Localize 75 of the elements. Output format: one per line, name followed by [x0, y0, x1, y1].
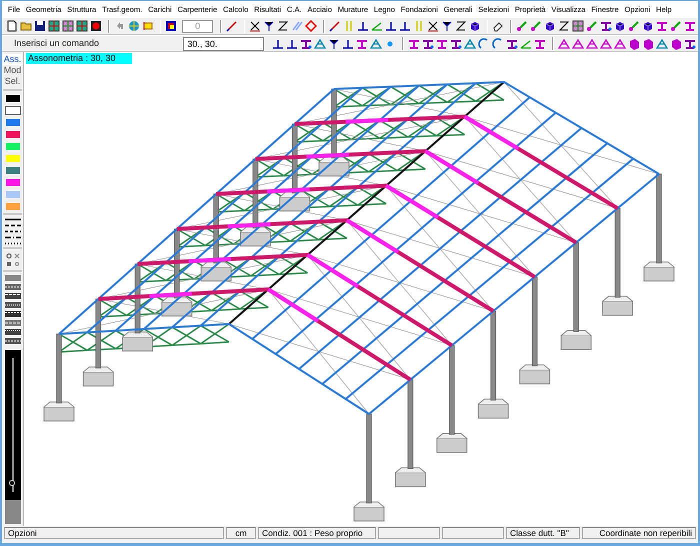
- axis-tool-icon[interactable]: [558, 19, 570, 33]
- truss-icon[interactable]: [572, 36, 584, 50]
- view-mode-tab[interactable]: Mod: [3, 65, 22, 76]
- axis-tool-icon[interactable]: [249, 19, 262, 33]
- truss-icon[interactable]: [558, 36, 570, 50]
- line-tool-icon[interactable]: [226, 19, 238, 33]
- perpendicular-icon[interactable]: [356, 19, 369, 33]
- rhombus-icon[interactable]: [305, 19, 318, 33]
- axis-tool-icon[interactable]: [426, 19, 439, 33]
- solid-block-icon[interactable]: [670, 36, 682, 50]
- line-tool-icon[interactable]: [328, 19, 341, 33]
- view-mode-tab[interactable]: Sel.: [3, 76, 22, 87]
- line-style-icon[interactable]: [4, 224, 20, 227]
- globe-icon[interactable]: [128, 19, 140, 33]
- solid-block-icon[interactable]: [642, 36, 654, 50]
- line-style-icon[interactable]: [4, 242, 20, 245]
- beam-tool-icon[interactable]: [684, 19, 696, 33]
- cube-icon[interactable]: [614, 19, 626, 33]
- truss-icon[interactable]: [314, 36, 326, 50]
- slider-base: [4, 500, 20, 524]
- hatch-pattern-icon[interactable]: [4, 293, 20, 299]
- color-block-icon[interactable]: [165, 19, 178, 33]
- axis-tool-icon[interactable]: [277, 19, 290, 33]
- node-tool-icon[interactable]: [530, 19, 542, 33]
- axis-tool-icon[interactable]: [263, 19, 276, 33]
- line-style-icon[interactable]: [4, 236, 20, 239]
- status-text: cm: [226, 527, 256, 539]
- truss-icon[interactable]: [600, 36, 612, 50]
- grid-tool-icon[interactable]: [572, 19, 584, 33]
- node-tool-icon[interactable]: [516, 19, 528, 33]
- status-text: Coordinate non reperibili: [582, 527, 696, 539]
- grid-tool-icon[interactable]: [62, 19, 74, 33]
- line-style-icon[interactable]: [4, 218, 20, 221]
- solid-block-icon[interactable]: [628, 36, 640, 50]
- grid-tool-icon[interactable]: [76, 19, 88, 33]
- axis-tool-icon[interactable]: [440, 19, 453, 33]
- beam-tool-icon[interactable]: [656, 19, 668, 33]
- color-swatch[interactable]: [4, 106, 20, 115]
- point-style-icon[interactable]: [4, 252, 20, 268]
- status-text: Classe dutt. "B": [506, 527, 580, 539]
- hatch-pattern-icon[interactable]: [4, 284, 20, 290]
- hatch-pattern-icon[interactable]: [4, 338, 20, 344]
- truss-icon[interactable]: [464, 36, 476, 50]
- perpendicular-icon[interactable]: [384, 19, 397, 33]
- status-panel: [378, 527, 440, 539]
- axis-tool-icon[interactable]: [328, 36, 340, 50]
- command-prompt: Inserisci un comando: [13, 37, 100, 50]
- slider-thumb[interactable]: [8, 480, 14, 486]
- status-text: Opzioni: [4, 527, 224, 539]
- hatch-pattern-icon[interactable]: [4, 311, 20, 317]
- truss-icon[interactable]: [614, 36, 626, 50]
- beam-tool-icon[interactable]: [600, 19, 612, 33]
- vertical-slider[interactable]: [4, 350, 20, 500]
- axis-tool-icon[interactable]: [454, 19, 467, 33]
- grid-tool-icon[interactable]: [48, 19, 60, 33]
- node-tool-icon[interactable]: [586, 19, 598, 33]
- save-icon[interactable]: [34, 19, 46, 33]
- truss-icon[interactable]: [586, 36, 598, 50]
- hatch-pattern-icon[interactable]: [4, 302, 20, 308]
- status-text: Condiz. 001 : Peso proprio: [258, 527, 376, 539]
- perpendicular-icon[interactable]: [398, 19, 411, 33]
- status-panel: [442, 527, 504, 539]
- hatch-pattern-icon[interactable]: [4, 329, 20, 335]
- command-input-field[interactable]: 30., 30.: [183, 36, 264, 50]
- truss-icon[interactable]: [656, 36, 668, 50]
- view-mode-tab[interactable]: Ass.: [3, 54, 22, 65]
- node-tool-icon[interactable]: [670, 19, 682, 33]
- view-label: Assonometria : 30, 30: [26, 53, 132, 64]
- truss-icon[interactable]: [370, 36, 382, 50]
- node-tool-icon[interactable]: [628, 19, 640, 33]
- cube-icon[interactable]: [544, 19, 556, 33]
- cube-icon[interactable]: [642, 19, 654, 33]
- cube-icon[interactable]: [468, 19, 481, 33]
- new-file-icon[interactable]: [6, 19, 18, 33]
- line-style-icon[interactable]: [4, 230, 20, 233]
